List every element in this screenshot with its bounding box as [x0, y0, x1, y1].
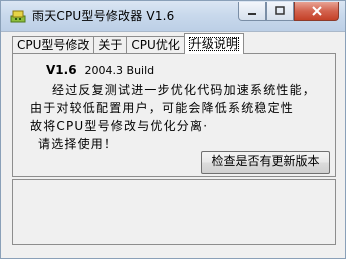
tab-cpu-optimize[interactable]: CPU优化 — [126, 36, 185, 54]
client-area: CPU型号修改 关于 CPU优化 升级说明 V1.6 2004.3 Build 经… — [7, 32, 340, 251]
tab-upgrade-notes[interactable]: 升级说明 — [183, 33, 244, 54]
desc-line-2: 由于对较低配置用户，可能会降低系统稳定性 — [30, 101, 295, 115]
caption-buttons — [238, 2, 339, 22]
upgrade-description: 经过反复测试进一步优化代码加速系统性能， 由于对较低配置用户，可能会降低系统稳定… — [30, 81, 330, 153]
close-icon — [311, 6, 322, 16]
tab-cpu-model[interactable]: CPU型号修改 — [12, 36, 95, 54]
window-title: 雨天CPU型号修改器 V1.6 — [32, 9, 175, 23]
tab-strip: CPU型号修改 关于 CPU优化 升级说明 — [12, 33, 244, 54]
desc-line-1: 经过反复测试进一步优化代码加速系统性能， — [52, 83, 317, 97]
version-number: V1.6 — [46, 63, 77, 77]
desc-line-3: 故将CPU型号修改与优化分离· — [30, 119, 209, 133]
build-number: 2004.3 Build — [84, 64, 155, 77]
minimize-button[interactable] — [238, 2, 266, 21]
minimize-icon — [248, 13, 256, 15]
title-bar[interactable]: 雨天CPU型号修改器 V1.6 — [1, 1, 345, 32]
check-update-button[interactable]: 检查是否有更新版本 — [201, 151, 330, 174]
maximize-icon — [275, 6, 285, 15]
main-window: 雨天CPU型号修改器 V1.6 CPU型号修改 关于 CPU优化 升级说明 V1… — [0, 0, 346, 259]
version-line: V1.6 2004.3 Build — [46, 63, 154, 77]
maximize-button[interactable] — [266, 2, 294, 21]
close-button[interactable] — [294, 2, 339, 21]
tab-about[interactable]: 关于 — [93, 36, 128, 54]
app-icon — [10, 10, 26, 23]
upgrade-panel: V1.6 2004.3 Build 经过反复测试进一步优化代码加速系统性能， 由于… — [12, 53, 336, 177]
status-box — [12, 179, 336, 245]
tab-upgrade-notes-label: 升级说明 — [188, 37, 239, 51]
